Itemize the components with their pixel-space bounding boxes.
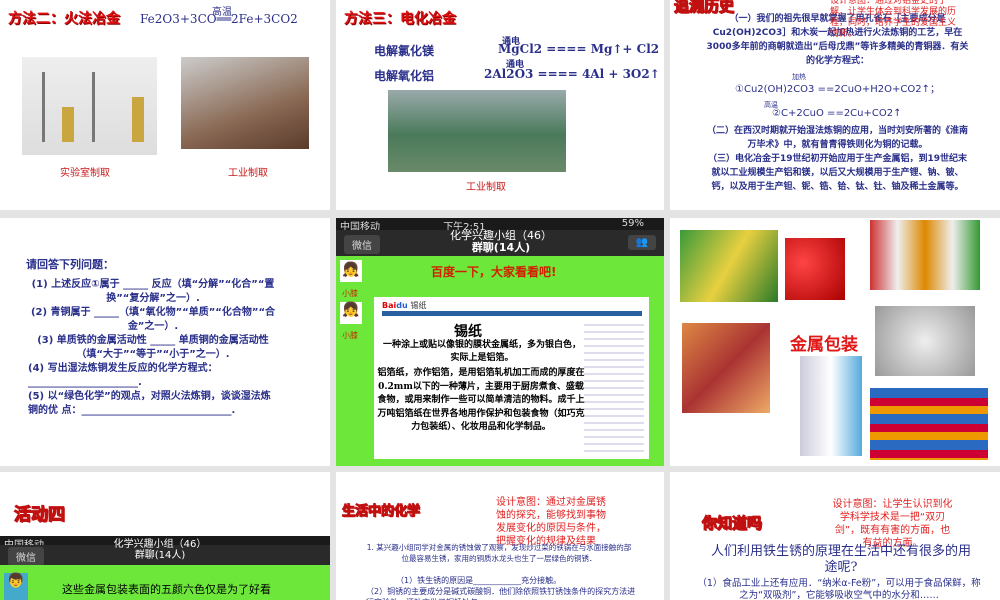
question-list: (1) 上述反应①属于 _____ 反应（填“分解”“化合”“置换”“复分解”之… [28, 278, 278, 418]
questions-heading: 请回答下列问题： [26, 258, 114, 271]
avatar[interactable]: 👦 [4, 573, 28, 600]
slide-title: 生活中的化学 [341, 504, 421, 520]
slide-title: 活动四 [14, 505, 66, 526]
back-button[interactable]: 微信 [344, 235, 380, 254]
baidu-screenshot[interactable]: Baidu 锡纸 锡纸 一种涂上或贴以像银的膜状金属纸，多为银白色，实际上是铝箔… [374, 297, 649, 459]
packaging-label: 金属包装 [790, 335, 858, 355]
question-4: (4) 写出湿法炼铜发生反应的化学方程式：___________________… [28, 363, 218, 388]
paragraph-3: （三）电化冶金于19世纪初开始应用于生产金属铝，到19世纪末就以工业规模生产铝和… [707, 154, 968, 192]
caption: 工业制取 [466, 182, 506, 193]
chat-header: 微信 化学兴趣小组（46） 群聊(14人) [0, 539, 330, 566]
caption-lab: 实验室制取 [60, 168, 110, 179]
slide-history[interactable]: 追溯历史 设计意图：通过对铝金史的了解，让学生体会到科学发展的历程，同时，培养学… [670, 0, 1000, 210]
slide-wechat-tinfoil[interactable]: 中国移动 下午2:51 59% 微信 化学兴趣小组（46） 群聊(14人) 👥 👧… [336, 218, 664, 466]
chat-area: 👦 这些金属包装表面的五颜六色仅是为了好看 [0, 565, 330, 600]
search-term: 锡纸 [410, 301, 427, 310]
slide-metal-packaging[interactable]: 金属包装 [670, 218, 1000, 466]
paragraph-1: 1. 某兴趣小组同学对金属的锈蚀做了观察，发现炒过菜的铁锅在与水面接触的部位最容… [366, 543, 632, 563]
card-text-2: 铝箔纸，亦作铝箔，是用铝箔轧机加工而成的厚度在0.2mm以下的一种薄片，主要用于… [377, 368, 585, 432]
chat-header: 微信 化学兴趣小组（46） 群聊(14人) 👥 [336, 230, 664, 256]
design-note: 设计意图：让学生认识到化学科学技术是一把“双刃剑”，既有有害的方面，也有益的方面… [832, 499, 953, 549]
paragraph-2: （二）在西汉时期就开始湿法炼铜的应用，当时刘安所著的《淮南万毕术》中，就有曾青得… [706, 126, 968, 150]
card-text-1: 一种涂上或贴以像银的膜状金属纸，多为银白色，实际上是铝箔。 [382, 340, 581, 363]
card-title: 锡纸 [454, 324, 482, 340]
battery: 59% [621, 218, 644, 229]
chat-title: 化学兴趣小组（46） 群聊(14人) [113, 539, 207, 561]
question-1: (1) 上述反应①属于 _____ 反应（填“分解”“化合”“置换”“复分解”之… [31, 279, 275, 304]
row1-label: 电解氯化镁 [374, 44, 435, 58]
question-3: (3) 单质铁的金属活动性 _____ 单质铜的金属活动性（填“大于”“等于”“… [37, 335, 269, 360]
design-note: 设计意图：通过对金属锈蚀的探究，能够找到事物发展变化的原因与条件，把握变化的规律… [496, 497, 606, 547]
question: 人们利用铁生锈的原理在生活中还有很多的用途呢? [710, 544, 971, 575]
caption-industry: 工业制取 [228, 168, 268, 179]
chat-message: 百度一下，大家看看吧! [431, 265, 557, 279]
equation-1: ①Cu2(OH)2CO3 ==2CuO+H2O+CO2↑； [735, 84, 941, 95]
lab-apparatus-image [22, 57, 157, 155]
chat-title: 化学兴趣小组（46） 群聊(14人) [450, 229, 552, 254]
question-2: (2) 青铜属于 _____（填“氧化物”“单质”“化合物”“合金”之一）. [30, 307, 276, 332]
slide-fire-metallurgy[interactable]: 方法二：火法冶金 高温 Fe2O3+3CO══2Fe+3CO2 实验室制取 工业… [0, 0, 330, 210]
paragraph-3: （2）铜锈的主要成分是碱式碳酸铜．他们除依照铁钉锈蚀条件的探究方法进行实验外，还… [366, 587, 636, 600]
members-button[interactable]: 👥 [627, 235, 656, 250]
sender-name: 小膝 [342, 331, 358, 340]
drink-can-image [800, 356, 862, 456]
industrial-furnace-image [181, 57, 309, 149]
slide-activity-four[interactable]: 活动四 中国移动 微信 化学兴趣小组（46）群聊(14人) 👦 这些金属包装表面… [0, 472, 330, 600]
avatar[interactable]: 👧 [340, 302, 362, 324]
equation-2: ②C+2CuO ==2Cu+CO2↑ [772, 108, 902, 119]
paragraph-2: （1）铁生锈的原因是____________充分接触。 [396, 576, 562, 585]
containers-image [870, 388, 988, 460]
back-button[interactable]: 微信 [8, 547, 44, 566]
gift-boxes-image [682, 323, 770, 413]
milk-tins-image [875, 306, 975, 376]
slide-title: 你知道吗 [701, 514, 763, 533]
question-5: (5) 以“绿色化学”的观点，对照火法炼铜，谈谈湿法炼铜的优 点：_______… [28, 391, 271, 416]
row1-equation: MgCl2 ==== Mg↑+ Cl2 [498, 42, 660, 56]
slide-title: 方法三：电化冶金 [344, 11, 456, 27]
slide-title: 方法二：火法冶金 [8, 11, 120, 27]
beer-cans-image [680, 230, 778, 302]
paragraph-1: （1）食品工业上还有应用．“纳米α-Fe粉”，可以用于食品保鲜，称之为“双吸剂”… [697, 578, 981, 600]
sender-name: 小膝 [342, 289, 358, 298]
slide-did-you-know[interactable]: 你知道吗 设计意图：让学生认识到化学科学技术是一把“双刃剑”，既有有害的方面，也… [670, 472, 1000, 600]
cola-cans-image [785, 238, 845, 300]
slide-electro-metallurgy[interactable]: 方法三：电化冶金 电解氯化镁 通电 MgCl2 ==== Mg↑+ Cl2 电解… [336, 0, 664, 210]
row2-equation: 2Al2O3 ==== 4Al + 3O2↑ [484, 67, 660, 81]
avatar[interactable]: 👧 [340, 260, 362, 282]
equation: Fe2O3+3CO══2Fe+3CO2 [140, 12, 298, 26]
slide-questions[interactable]: 请回答下列问题： (1) 上述反应①属于 _____ 反应（填“分解”“化合”“… [0, 218, 330, 466]
factory-image [388, 90, 566, 172]
chat-message: 这些金属包装表面的五颜六色仅是为了好看 [62, 583, 271, 596]
slide-chemistry-in-life[interactable]: 生活中的化学 设计意图：通过对金属锈蚀的探究，能够找到事物发展变化的原因与条件，… [336, 472, 664, 600]
row2-label: 电解氧化铝 [374, 69, 435, 83]
design-note: 设计意图：通过对铝金史的了解，让学生体会到科学发展的历程，同时，培养学生的爱国主… [830, 0, 957, 39]
tin-cans-image [870, 220, 980, 290]
